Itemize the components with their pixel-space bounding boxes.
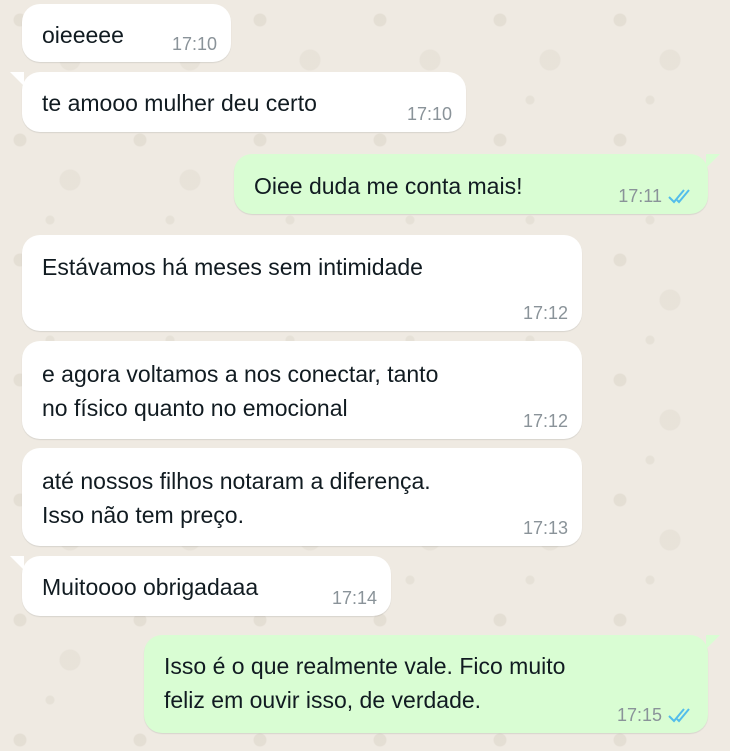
message-meta: 17:14 — [332, 588, 377, 608]
incoming-message[interactable]: até nossos filhos notaram a diferença. I… — [22, 448, 582, 546]
message-meta: 17:10 — [407, 104, 452, 124]
message-text: Muitoooo obrigadaaa — [42, 574, 259, 600]
message-time: 17:11 — [618, 186, 662, 206]
message-time: 17:10 — [171, 34, 217, 54]
message-time: 17:14 — [331, 588, 377, 608]
bubble-tail — [706, 154, 720, 168]
incoming-message[interactable]: Muitoooo obrigadaaa 17:14 — [10, 556, 391, 616]
message-text: Oiee duda me conta mais! — [254, 173, 523, 199]
incoming-message[interactable]: oieeeee 17:10 — [22, 4, 231, 62]
message-time: 17:10 — [406, 104, 452, 124]
message-meta: 17:10 — [172, 34, 217, 54]
message-meta: 17:11 — [618, 186, 694, 206]
message-text: Estávamos há meses sem intimidade — [42, 254, 423, 280]
message-text: Isso é o que realmente vale. Fico muito … — [164, 653, 566, 713]
bubble-tail — [10, 72, 24, 86]
message-meta: 17:13 — [523, 518, 568, 538]
message-text: até nossos filhos notaram a diferença. I… — [42, 468, 431, 528]
double-check-read-icon — [668, 189, 690, 204]
message-meta: 17:15 — [617, 705, 694, 725]
message-time: 17:13 — [522, 518, 568, 538]
message-text: oieeeee — [42, 22, 124, 48]
incoming-message[interactable]: te amooo mulher deu certo 17:10 — [10, 72, 466, 132]
message-text: te amooo mulher deu certo — [42, 90, 317, 116]
message-time: 17:12 — [522, 411, 568, 431]
double-check-read-icon — [668, 708, 690, 723]
message-time: 17:15 — [616, 705, 662, 725]
bubble-tail — [706, 635, 720, 649]
incoming-message[interactable]: Estávamos há meses sem intimidade 17:12 — [22, 235, 582, 331]
message-meta: 17:12 — [523, 411, 568, 431]
message-meta: 17:12 — [523, 303, 568, 323]
bubble-tail — [10, 556, 24, 570]
message-text: e agora voltamos a nos conectar, tanto n… — [42, 361, 439, 421]
message-time: 17:12 — [522, 303, 568, 323]
outgoing-message[interactable]: Isso é o que realmente vale. Fico muito … — [144, 635, 720, 733]
outgoing-message[interactable]: Oiee duda me conta mais! 17:11 — [234, 154, 720, 214]
incoming-message[interactable]: e agora voltamos a nos conectar, tanto n… — [22, 341, 582, 439]
